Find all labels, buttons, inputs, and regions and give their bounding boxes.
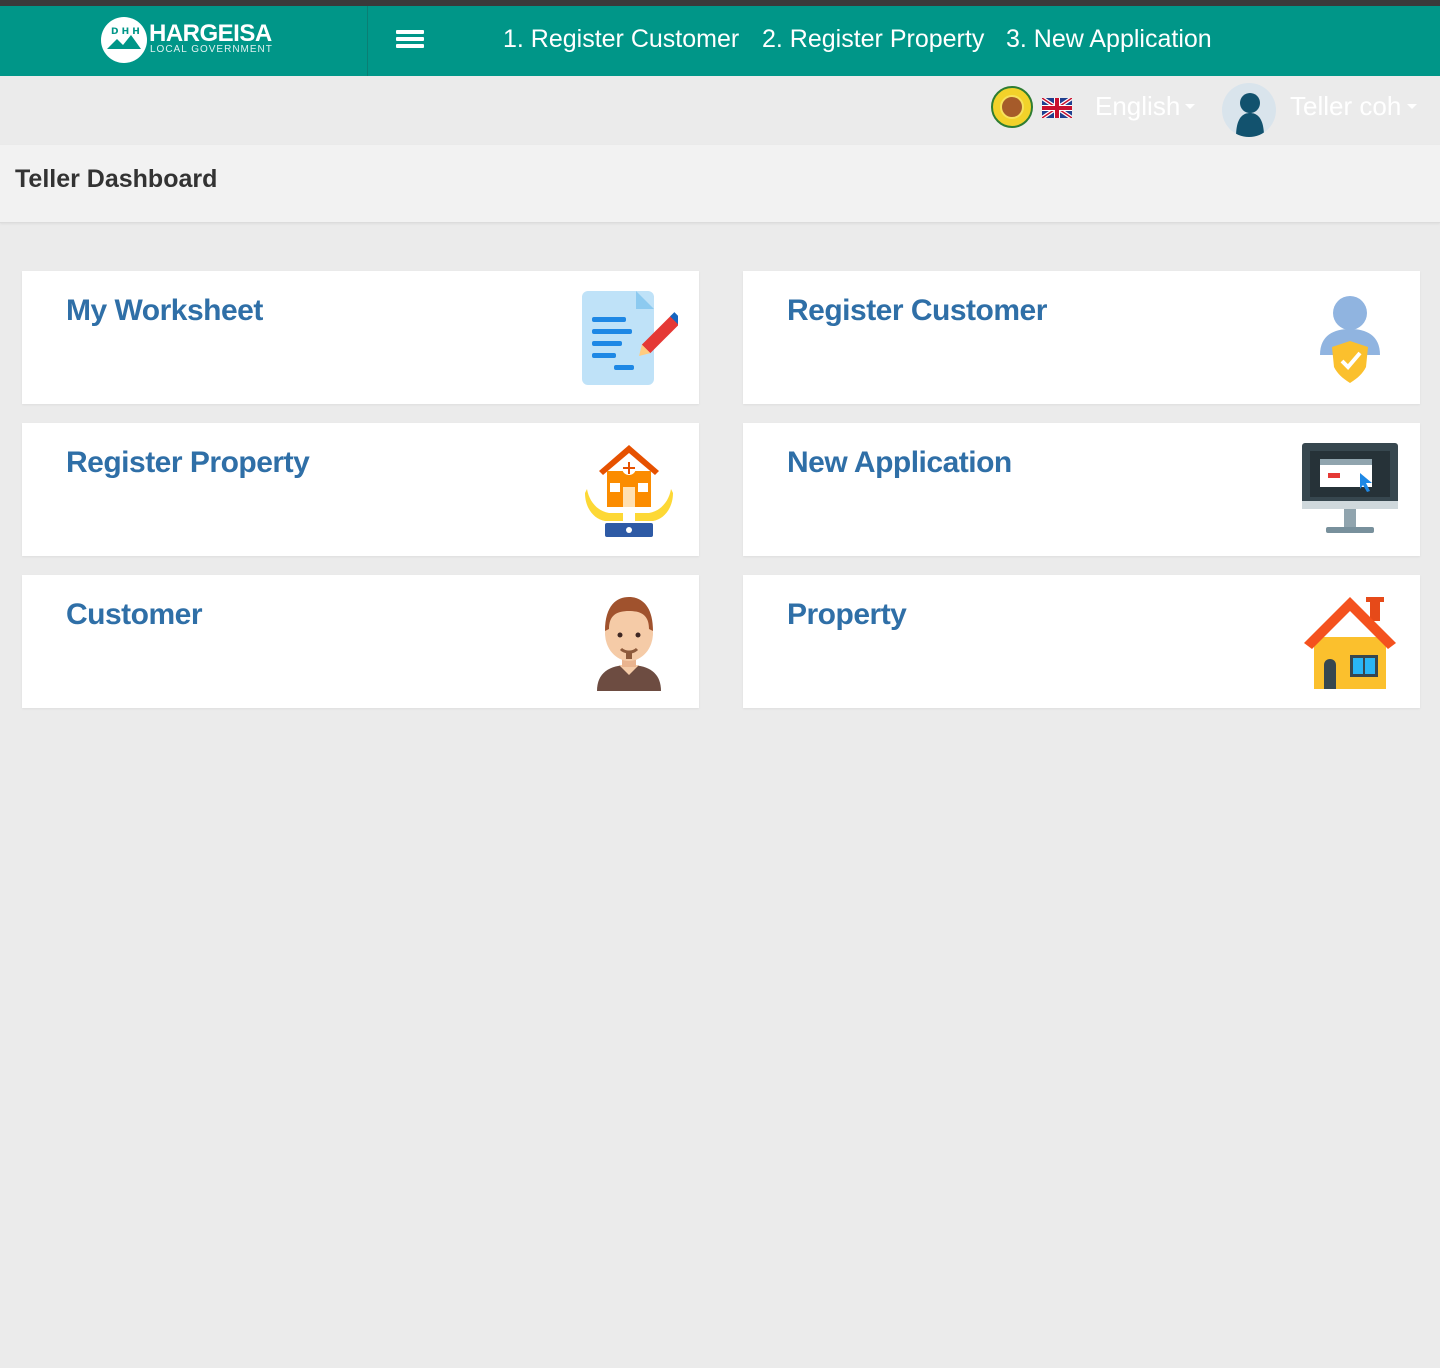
nav-link-register-property[interactable]: 2. Register Property xyxy=(762,24,984,54)
hargeisa-logo-icon: D H H xyxy=(101,17,147,63)
house-in-hands-icon xyxy=(585,445,673,537)
card-property[interactable]: Property xyxy=(743,575,1420,708)
government-seal-icon xyxy=(991,86,1033,128)
card-title: Register Property xyxy=(66,446,310,479)
card-register-customer[interactable]: Register Customer xyxy=(743,271,1420,404)
user-name: Teller coh xyxy=(1290,91,1402,121)
logo-letters: D H H xyxy=(111,27,140,37)
chevron-down-icon xyxy=(1407,104,1417,109)
user-avatar-icon xyxy=(1222,83,1276,137)
card-title: Customer xyxy=(66,598,203,631)
nav-link-new-application[interactable]: 3. New Application xyxy=(1006,24,1212,54)
user-shield-icon xyxy=(1320,296,1380,383)
card-register-property[interactable]: Register Property xyxy=(22,423,699,556)
top-navbar: D H H HARGEISA LOCAL GOVERNMENT 1. Regis… xyxy=(0,6,1440,76)
card-title: New Application xyxy=(787,446,1012,479)
card-my-worksheet[interactable]: My Worksheet xyxy=(22,271,699,404)
page-header: Teller Dashboard xyxy=(0,145,1440,223)
card-new-application[interactable]: New Application xyxy=(743,423,1420,556)
brand-logo[interactable]: D H H HARGEISA LOCAL GOVERNMENT xyxy=(0,6,368,76)
chevron-down-icon xyxy=(1185,104,1195,109)
man-avatar-icon xyxy=(597,597,661,691)
house-icon xyxy=(1304,597,1396,689)
user-toolbar: English Teller coh xyxy=(0,76,1440,145)
card-title: Property xyxy=(787,598,907,631)
hamburger-menu-icon[interactable] xyxy=(396,30,424,50)
page-title: Teller Dashboard xyxy=(15,165,218,193)
nav-link-register-customer[interactable]: 1. Register Customer xyxy=(503,24,739,54)
card-title: My Worksheet xyxy=(66,294,263,327)
worksheet-edit-icon xyxy=(582,291,678,385)
uk-flag-icon xyxy=(1042,98,1072,118)
brand-title: HARGEISA xyxy=(149,20,272,47)
card-title: Register Customer xyxy=(787,294,1047,327)
language-label: English xyxy=(1095,91,1181,121)
monitor-application-icon xyxy=(1302,443,1398,533)
card-customer[interactable]: Customer xyxy=(22,575,699,708)
brand-subtitle: LOCAL GOVERNMENT xyxy=(150,44,273,55)
